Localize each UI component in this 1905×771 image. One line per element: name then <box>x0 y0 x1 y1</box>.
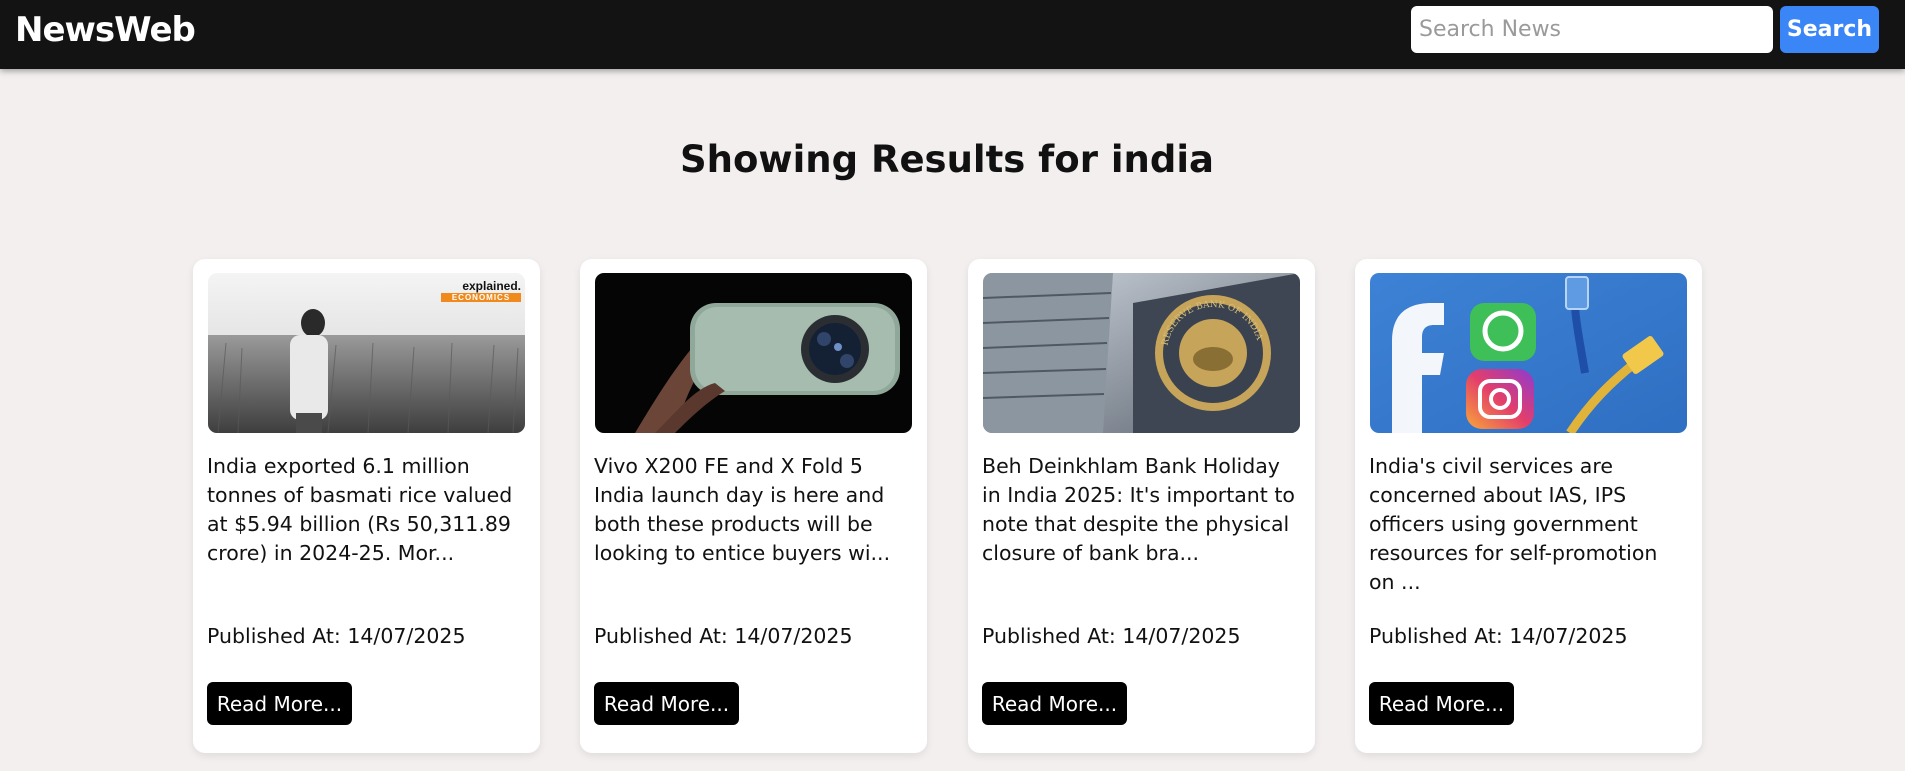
article-description: Beh Deinkhlam Bank Holiday in India 2025… <box>982 454 1295 565</box>
news-card: India's civil services are concerned abo… <box>1355 259 1702 753</box>
results-heading: Showing Results for india <box>679 138 1214 181</box>
published-date: Published At: 14/07/2025 <box>982 624 1241 648</box>
article-image: RESERVE BANK OF INDIA <box>983 273 1300 433</box>
reserve-bank-building-photo-icon: RESERVE BANK OF INDIA <box>983 273 1300 433</box>
search-input[interactable] <box>1411 6 1773 53</box>
read-more-button[interactable]: Read More... <box>207 682 352 725</box>
site-logo[interactable]: NewsWeb <box>15 10 196 50</box>
read-more-button[interactable]: Read More... <box>594 682 739 725</box>
top-navbar: NewsWeb Search <box>0 0 1905 69</box>
phone-camera-photo-icon <box>595 273 912 433</box>
social-media-cables-photo-icon <box>1370 273 1687 433</box>
search-button[interactable]: Search <box>1780 6 1879 53</box>
read-more-button[interactable]: Read More... <box>982 682 1127 725</box>
article-image <box>595 273 912 433</box>
article-image: explained. ECONOMICS <box>208 273 525 433</box>
read-more-button[interactable]: Read More... <box>1369 682 1514 725</box>
news-card: explained. ECONOMICS India exported 6.1 … <box>193 259 540 753</box>
news-card: Vivo X200 FE and X Fold 5 India launch d… <box>580 259 927 753</box>
article-description: India's civil services are concerned abo… <box>1369 454 1658 594</box>
published-date: Published At: 14/07/2025 <box>594 624 853 648</box>
published-date: Published At: 14/07/2025 <box>1369 624 1628 648</box>
article-image <box>1370 273 1687 433</box>
published-date: Published At: 14/07/2025 <box>207 624 466 648</box>
article-description: India exported 6.1 million tonnes of bas… <box>207 454 513 565</box>
news-card: RESERVE BANK OF INDIA Beh Deinkhlam Bank… <box>968 259 1315 753</box>
article-description: Vivo X200 FE and X Fold 5 India launch d… <box>594 454 891 565</box>
explained-badge: explained. ECONOMICS <box>441 279 521 302</box>
